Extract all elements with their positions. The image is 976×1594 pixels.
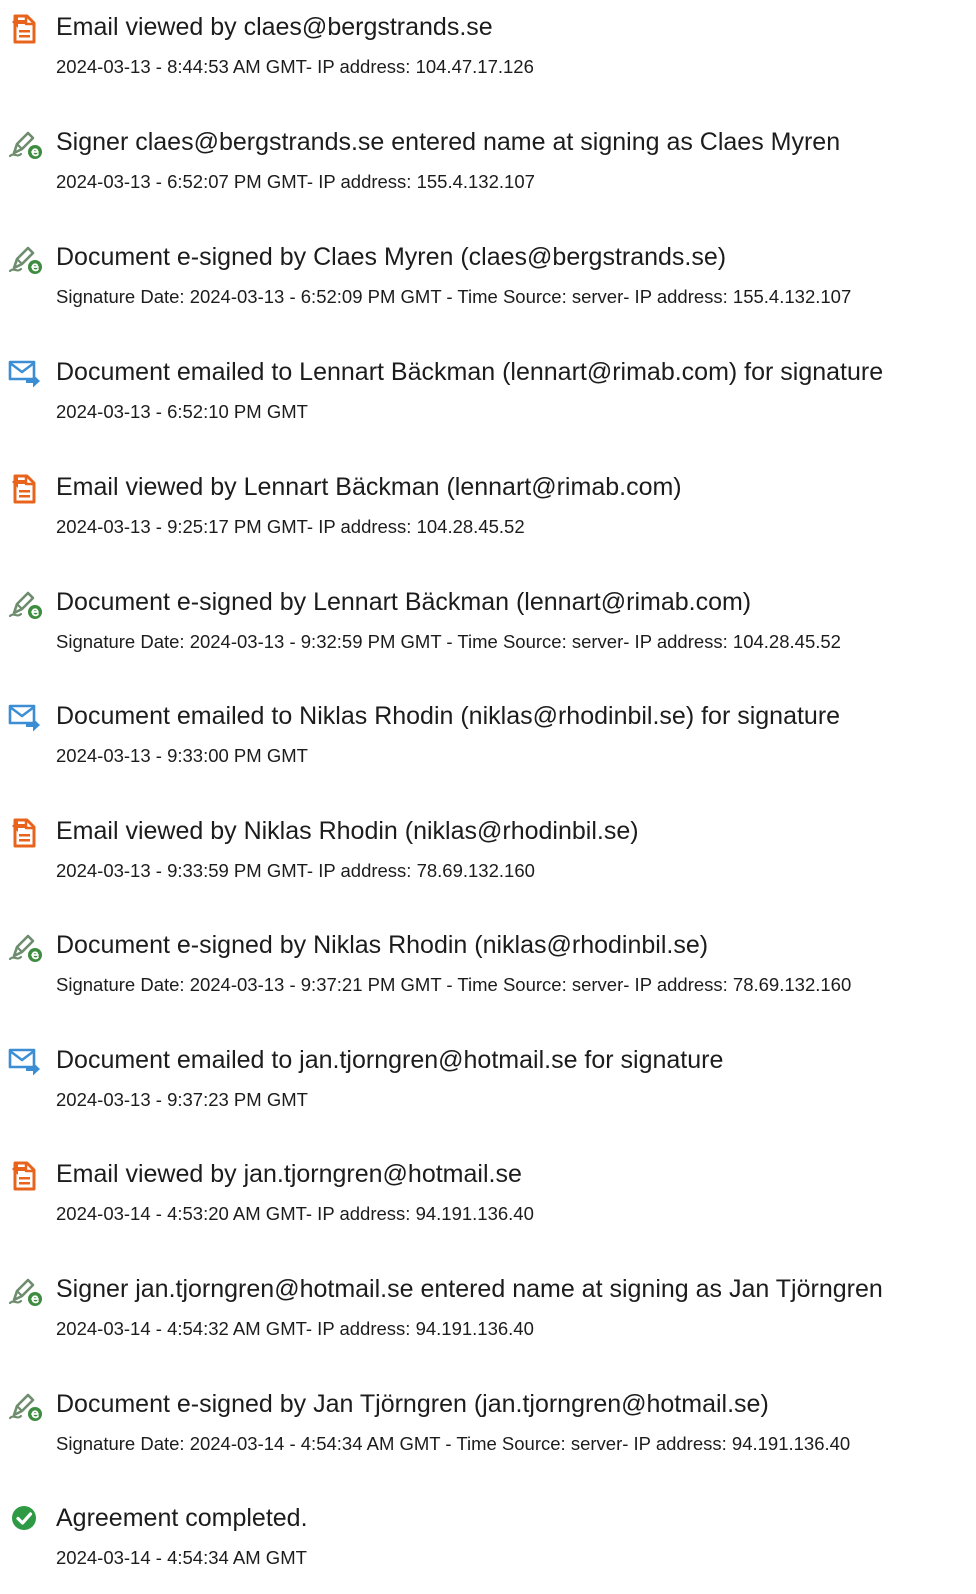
pen-signer-icon bbox=[6, 240, 46, 276]
event-detail: 2024-03-13 - 9:25:17 PM GMT- IP address:… bbox=[56, 516, 525, 537]
list-item: Email viewed by jan.tjorngren@hotmail.se… bbox=[0, 1160, 976, 1250]
event-detail: 2024-03-13 - 9:33:59 PM GMT- IP address:… bbox=[56, 860, 535, 881]
list-item: Signer claes@bergstrands.se entered name… bbox=[0, 128, 976, 218]
document-viewed-icon bbox=[6, 10, 46, 46]
list-item: Email viewed by Niklas Rhodin (niklas@rh… bbox=[0, 817, 976, 907]
check-circle-icon bbox=[6, 1501, 46, 1537]
list-item: Document e-signed by Jan Tjörngren (jan.… bbox=[0, 1390, 976, 1480]
list-item: Email viewed by Lennart Bäckman (lennart… bbox=[0, 473, 976, 563]
pen-signer-icon bbox=[6, 585, 46, 621]
event-detail: 2024-03-13 - 6:52:10 PM GMT bbox=[56, 401, 308, 422]
event-detail: 2024-03-13 - 9:33:00 PM GMT bbox=[56, 745, 308, 766]
event-detail: Signature Date: 2024-03-13 - 9:37:21 PM … bbox=[56, 974, 852, 995]
event-title: Email viewed by jan.tjorngren@hotmail.se bbox=[56, 1160, 522, 1188]
event-title: Email viewed by Niklas Rhodin (niklas@rh… bbox=[56, 817, 639, 845]
pen-signer-icon bbox=[6, 1272, 46, 1308]
event-detail: 2024-03-13 - 9:37:23 PM GMT bbox=[56, 1089, 308, 1110]
list-item: Document e-signed by Lennart Bäckman (le… bbox=[0, 588, 976, 678]
list-item: Email viewed by claes@bergstrands.se 2024… bbox=[0, 13, 976, 103]
list-item: Document emailed to jan.tjorngren@hotmai… bbox=[0, 1046, 976, 1136]
list-item: Document emailed to Lennart Bäckman (len… bbox=[0, 358, 976, 448]
document-viewed-icon bbox=[6, 470, 46, 506]
pen-signer-icon bbox=[6, 125, 46, 161]
list-item: Agreement completed. 2024-03-14 - 4:54:34… bbox=[0, 1504, 976, 1594]
list-item: Document e-signed by Claes Myren (claes@… bbox=[0, 243, 976, 333]
event-detail: 2024-03-14 - 4:54:34 AM GMT bbox=[56, 1547, 307, 1568]
event-title: Document e-signed by Jan Tjörngren (jan.… bbox=[56, 1390, 769, 1418]
email-send-icon bbox=[6, 1043, 46, 1079]
event-detail: 2024-03-14 - 4:54:32 AM GMT- IP address:… bbox=[56, 1318, 534, 1339]
pen-signer-icon bbox=[6, 1387, 46, 1423]
event-title: Signer jan.tjorngren@hotmail.se entered … bbox=[56, 1275, 883, 1303]
event-title: Document e-signed by Niklas Rhodin (nikl… bbox=[56, 931, 709, 959]
list-item: Signer jan.tjorngren@hotmail.se entered … bbox=[0, 1275, 976, 1365]
pen-signer-icon bbox=[6, 928, 46, 964]
event-title: Agreement completed. bbox=[56, 1504, 308, 1532]
event-title: Document emailed to Niklas Rhodin (nikla… bbox=[56, 702, 841, 730]
document-viewed-icon bbox=[6, 1157, 46, 1193]
event-detail: 2024-03-13 - 6:52:07 PM GMT- IP address:… bbox=[56, 171, 535, 192]
event-title: Document e-signed by Lennart Bäckman (le… bbox=[56, 588, 752, 616]
event-title: Document e-signed by Claes Myren (claes@… bbox=[56, 243, 727, 271]
event-detail: 2024-03-14 - 4:53:20 AM GMT- IP address:… bbox=[56, 1203, 534, 1224]
event-detail: 2024-03-13 - 8:44:53 AM GMT- IP address:… bbox=[56, 56, 534, 77]
email-send-icon bbox=[6, 699, 46, 735]
event-title: Email viewed by claes@bergstrands.se bbox=[56, 13, 493, 41]
list-item: Document emailed to Niklas Rhodin (nikla… bbox=[0, 702, 976, 792]
list-item: Document e-signed by Niklas Rhodin (nikl… bbox=[0, 931, 976, 1021]
event-title: Document emailed to jan.tjorngren@hotmai… bbox=[56, 1046, 724, 1074]
event-detail: Signature Date: 2024-03-13 - 6:52:09 PM … bbox=[56, 286, 852, 307]
email-send-icon bbox=[6, 355, 46, 391]
event-title: Signer claes@bergstrands.se entered name… bbox=[56, 128, 841, 156]
event-detail: Signature Date: 2024-03-14 - 4:54:34 AM … bbox=[56, 1433, 851, 1454]
event-detail: Signature Date: 2024-03-13 - 9:32:59 PM … bbox=[56, 631, 841, 652]
event-title: Document emailed to Lennart Bäckman (len… bbox=[56, 358, 884, 386]
event-title: Email viewed by Lennart Bäckman (lennart… bbox=[56, 473, 682, 501]
document-viewed-icon bbox=[6, 814, 46, 850]
